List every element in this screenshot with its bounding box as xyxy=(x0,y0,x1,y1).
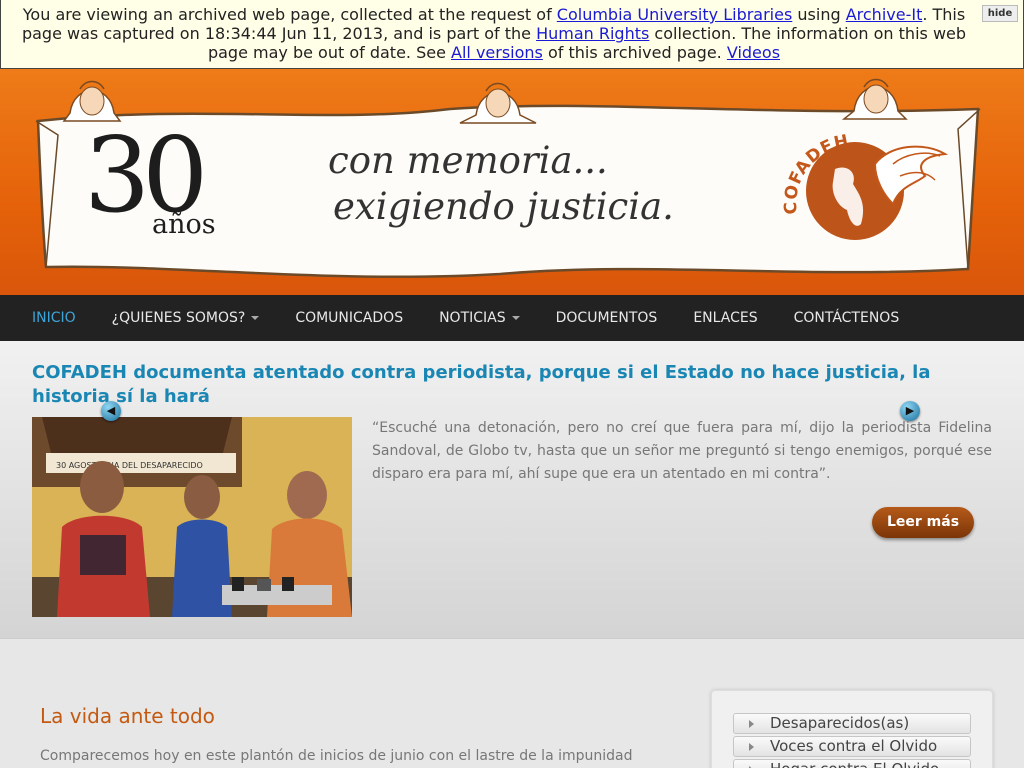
nav-item-label: ENLACES xyxy=(693,310,758,326)
archive-notice-banner: You are viewing an archived web page, co… xyxy=(0,0,1024,69)
slider-prev-arrow-icon[interactable]: ◀ xyxy=(101,401,121,421)
columbia-libraries-link[interactable]: Columbia University Libraries xyxy=(557,5,793,24)
sidebar-menu: Desaparecidos(as) Voces contra el Olvido… xyxy=(711,690,993,768)
archive-text: You are viewing an archived web page, co… xyxy=(22,5,557,24)
archive-it-link[interactable]: Archive-It xyxy=(846,5,923,24)
nav-item-label: NOTICIAS xyxy=(439,310,506,326)
article-heading[interactable]: La vida ante todo xyxy=(40,704,215,728)
sidebar-item-label: Hogar contra El Olvido xyxy=(770,760,939,768)
chevron-right-icon xyxy=(749,720,754,728)
banner-text: 30 AGOSTO DIA DEL DESAPARECIDO xyxy=(56,461,203,470)
nav-item-contactenos[interactable]: CONTÁCTENOS xyxy=(794,310,900,326)
nav-item-comunicados[interactable]: COMUNICADOS xyxy=(295,310,403,326)
nav-item-quienes-somos[interactable]: ¿QUIENES SOMOS? xyxy=(112,310,260,326)
sidebar-item-voces[interactable]: Voces contra el Olvido xyxy=(733,736,971,757)
site-header: 30 años con memoria... exigiendo justici… xyxy=(0,69,1024,295)
sidebar-item-label: Voces contra el Olvido xyxy=(770,737,938,755)
main-navigation: INICIO ¿QUIENES SOMOS? COMUNICADOS NOTIC… xyxy=(0,295,1024,341)
sidebar-item-hogar[interactable]: Hogar contra El Olvido xyxy=(733,759,971,768)
sidebar-item-label: Desaparecidos(as) xyxy=(770,714,910,732)
nav-item-label: INICIO xyxy=(32,310,76,326)
videos-link[interactable]: Videos xyxy=(727,43,780,62)
archive-text: using xyxy=(792,5,846,24)
read-more-button[interactable]: Leer más xyxy=(872,507,974,538)
press-conference-photo: 30 AGOSTO DIA DEL DESAPARECIDO xyxy=(32,417,352,617)
featured-article-title[interactable]: COFADEH documenta atentado contra period… xyxy=(32,361,952,409)
archive-text: of this archived page. xyxy=(542,43,727,62)
nav-item-inicio[interactable]: INICIO xyxy=(32,310,76,326)
featured-slider: COFADEH documenta atentado contra period… xyxy=(0,341,1024,639)
mother-figure-icon xyxy=(459,82,537,124)
slogan-line-2: exigiendo justicia. xyxy=(333,185,674,228)
article-paragraph: Comparecemos hoy en este plantón de inic… xyxy=(40,748,633,764)
nav-item-label: CONTÁCTENOS xyxy=(793,310,900,326)
nav-item-label: ¿QUIENES SOMOS? xyxy=(111,310,246,326)
slogan-line-1: con memoria... xyxy=(328,139,608,182)
caret-down-icon xyxy=(511,316,520,320)
nav-item-label: DOCUMENTOS xyxy=(555,310,658,326)
sidebar-item-desaparecidos[interactable]: Desaparecidos(as) xyxy=(733,713,971,734)
nav-item-documentos[interactable]: DOCUMENTOS xyxy=(556,310,658,326)
chevron-right-icon xyxy=(749,743,754,751)
featured-article-photo[interactable]: 30 AGOSTO DIA DEL DESAPARECIDO xyxy=(32,417,352,617)
caret-down-icon xyxy=(251,316,260,320)
anniversary-years-label: años xyxy=(152,209,216,240)
nav-item-enlaces[interactable]: ENLACES xyxy=(693,310,757,326)
human-rights-link[interactable]: Human Rights xyxy=(536,24,649,43)
all-versions-link[interactable]: All versions xyxy=(451,43,543,62)
nav-item-noticias[interactable]: NOTICIAS xyxy=(439,310,520,326)
hide-button[interactable]: hide xyxy=(982,5,1018,22)
mother-figure-icon xyxy=(842,78,908,120)
featured-article-excerpt: “Escuché una detonación, pero no creí qu… xyxy=(372,420,992,482)
cofadeh-logo[interactable]: COFADEH xyxy=(775,124,955,249)
nav-item-label: COMUNICADOS xyxy=(295,310,404,326)
